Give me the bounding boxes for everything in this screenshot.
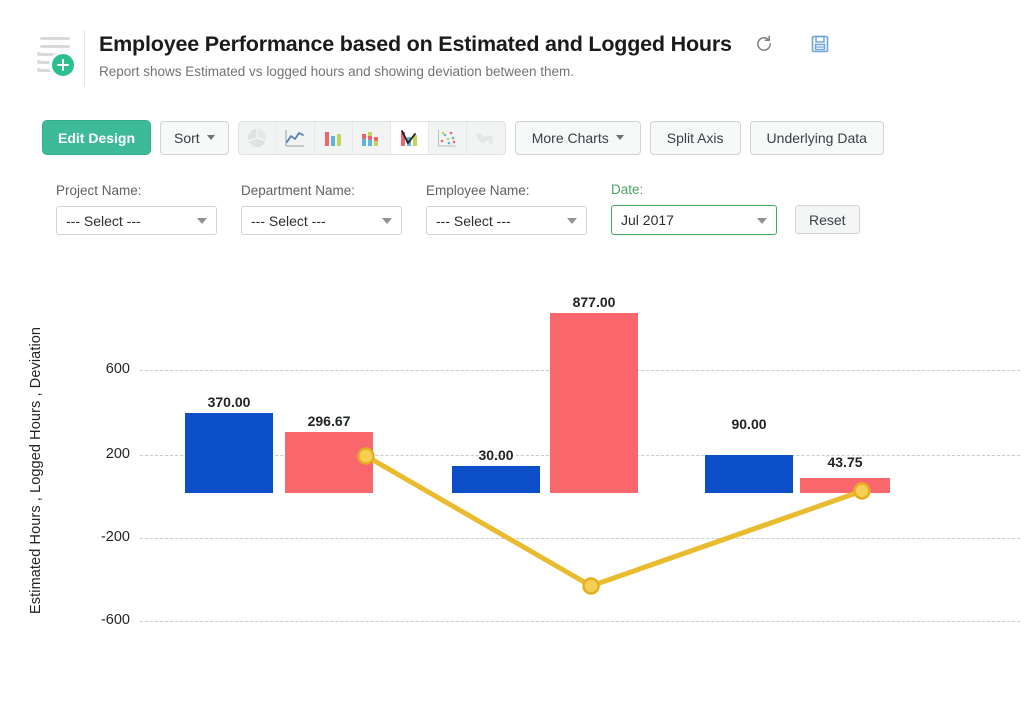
map-chart-icon[interactable] bbox=[467, 122, 505, 154]
sort-label: Sort bbox=[174, 130, 200, 146]
bar-value-label: 90.00 bbox=[731, 416, 766, 432]
filter-department-name: Department Name: --- Select --- bbox=[241, 183, 402, 235]
bar-value-label: 30.00 bbox=[478, 447, 513, 463]
chevron-down-icon bbox=[616, 135, 624, 140]
report-page: Employee Performance based on Estimated … bbox=[0, 0, 1024, 709]
date-value: Jul 2017 bbox=[621, 212, 674, 228]
refresh-icon[interactable] bbox=[754, 34, 774, 54]
line-chart-icon[interactable] bbox=[277, 122, 315, 154]
filter-date: Date: Jul 2017 bbox=[611, 182, 777, 235]
split-axis-button[interactable]: Split Axis bbox=[650, 121, 741, 155]
bar-value-label: 43.75 bbox=[827, 454, 862, 470]
gridline bbox=[140, 538, 1020, 539]
chevron-down-icon bbox=[207, 135, 215, 140]
page-title: Employee Performance based on Estimated … bbox=[99, 30, 732, 58]
y-tick-label: -600 bbox=[70, 612, 130, 628]
chevron-down-icon bbox=[197, 218, 207, 224]
y-tick-label: 200 bbox=[70, 446, 130, 462]
bar-estimated-2[interactable] bbox=[452, 466, 540, 493]
bar-value-label: 370.00 bbox=[208, 394, 251, 410]
bar-logged-2[interactable] bbox=[550, 313, 638, 493]
chevron-down-icon bbox=[757, 218, 767, 224]
department-name-value: --- Select --- bbox=[251, 213, 326, 229]
bar-logged-1[interactable] bbox=[285, 432, 373, 493]
chevron-down-icon bbox=[567, 218, 577, 224]
filter-label: Date: bbox=[611, 182, 777, 197]
more-charts-label: More Charts bbox=[532, 130, 609, 146]
date-select[interactable]: Jul 2017 bbox=[611, 205, 777, 235]
header-divider bbox=[84, 30, 85, 86]
reset-button[interactable]: Reset bbox=[795, 205, 860, 234]
employee-name-value: --- Select --- bbox=[436, 213, 511, 229]
sort-button[interactable]: Sort bbox=[160, 121, 229, 155]
more-charts-button[interactable]: More Charts bbox=[515, 121, 641, 155]
header-title-block: Employee Performance based on Estimated … bbox=[99, 30, 1004, 81]
chart-toolbar: Edit Design Sort bbox=[42, 120, 884, 155]
department-name-select[interactable]: --- Select --- bbox=[241, 206, 402, 235]
y-axis-title: Estimated Hours , Logged Hours , Deviati… bbox=[26, 290, 46, 650]
stacked-bar-chart-icon[interactable] bbox=[353, 122, 391, 154]
filter-label: Project Name: bbox=[56, 183, 217, 198]
bar-chart-icon[interactable] bbox=[315, 122, 353, 154]
report-header: Employee Performance based on Estimated … bbox=[38, 30, 1004, 88]
scatter-chart-icon[interactable] bbox=[429, 122, 467, 154]
page-subtitle: Report shows Estimated vs logged hours a… bbox=[99, 63, 1004, 81]
gridline bbox=[140, 621, 1020, 622]
chevron-down-icon bbox=[382, 218, 392, 224]
filter-label: Employee Name: bbox=[426, 183, 587, 198]
underlying-data-button[interactable]: Underlying Data bbox=[750, 121, 884, 155]
save-icon[interactable] bbox=[810, 34, 830, 54]
deviation-line-series bbox=[0, 0, 1024, 709]
edit-design-button[interactable]: Edit Design bbox=[42, 120, 151, 155]
bar-estimated-3[interactable] bbox=[705, 455, 793, 493]
y-tick-label: -200 bbox=[70, 529, 130, 545]
filter-bar: Project Name: --- Select --- Department … bbox=[56, 182, 860, 235]
chart-type-switcher bbox=[238, 121, 506, 155]
project-name-select[interactable]: --- Select --- bbox=[56, 206, 217, 235]
filter-label: Department Name: bbox=[241, 183, 402, 198]
bar-estimated-1[interactable] bbox=[185, 413, 273, 493]
bar-value-label: 877.00 bbox=[573, 294, 616, 310]
filter-employee-name: Employee Name: --- Select --- bbox=[426, 183, 587, 235]
employee-name-select[interactable]: --- Select --- bbox=[426, 206, 587, 235]
bar-logged-3[interactable] bbox=[800, 478, 890, 493]
project-name-value: --- Select --- bbox=[66, 213, 141, 229]
pie-chart-icon[interactable] bbox=[239, 122, 277, 154]
report-add-icon bbox=[38, 32, 74, 76]
bar-value-label: 296.67 bbox=[308, 413, 351, 429]
combo-chart-icon[interactable] bbox=[391, 122, 429, 154]
filter-project-name: Project Name: --- Select --- bbox=[56, 183, 217, 235]
y-tick-label: 600 bbox=[70, 361, 130, 377]
